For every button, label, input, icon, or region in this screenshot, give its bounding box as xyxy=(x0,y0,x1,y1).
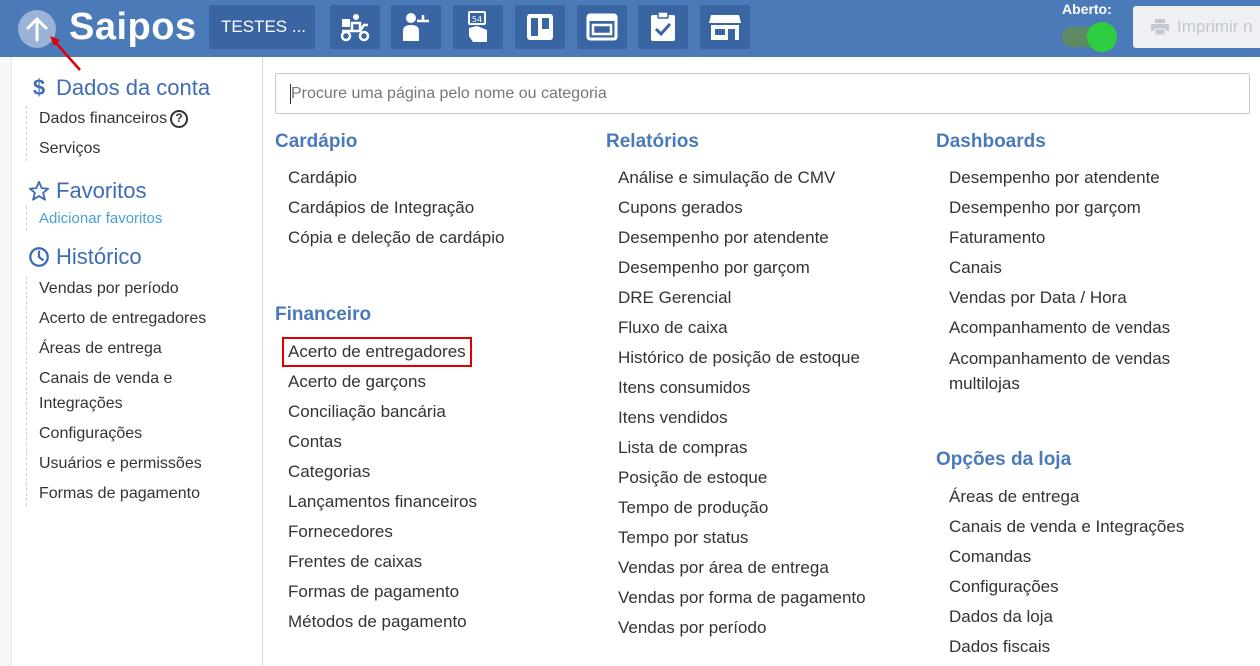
list-item[interactable]: Tempo por status xyxy=(618,523,866,553)
scroll-up-button[interactable] xyxy=(18,10,56,48)
account-list: Dados financeiros? Serviços xyxy=(26,106,189,161)
list-item[interactable]: Lista de compras xyxy=(618,433,866,463)
printer-icon xyxy=(1151,19,1169,35)
section-title-opcoes-loja: Opções da loja xyxy=(936,449,1072,470)
search-input[interactable] xyxy=(275,73,1250,114)
clock-icon xyxy=(29,247,49,267)
section-title-relatorios: Relatórios xyxy=(606,131,699,152)
sidebar-item-history[interactable]: Áreas de entrega xyxy=(27,336,206,361)
dashboards-list: Desempenho por atendente Desempenho por … xyxy=(949,163,1229,398)
checklist-icon[interactable] xyxy=(638,5,688,49)
history-section-title: Histórico xyxy=(28,244,142,270)
list-item[interactable]: Desempenho por garçom xyxy=(618,253,866,283)
brand-logo[interactable]: Saipos xyxy=(69,4,197,50)
list-item[interactable]: Formas de pagamento xyxy=(288,577,477,607)
list-item[interactable]: Cupons gerados xyxy=(618,193,866,223)
delivery-icon[interactable] xyxy=(330,5,380,49)
list-item[interactable]: Cópia e deleção de cardápio xyxy=(288,223,504,253)
list-item[interactable]: Vendas por período xyxy=(618,613,866,643)
list-item[interactable]: Conciliação bancária xyxy=(288,397,477,427)
help-icon[interactable]: ? xyxy=(170,109,189,128)
list-item[interactable]: Itens vendidos xyxy=(618,403,866,433)
list-item[interactable]: Vendas por área de entrega xyxy=(618,553,866,583)
dollar-icon: $ xyxy=(32,75,46,100)
list-item[interactable]: Desempenho por atendente xyxy=(949,163,1229,193)
history-list: Vendas por período Acerto de entregadore… xyxy=(26,276,206,506)
list-item[interactable]: Categorias xyxy=(288,457,477,487)
print-button-label: Imprimir n xyxy=(1177,17,1253,36)
waiter-icon[interactable] xyxy=(391,5,441,49)
financeiro-list: Acerto de entregadores Acerto de garçons… xyxy=(282,337,477,637)
status-label: Aberto: xyxy=(1062,1,1112,17)
list-item[interactable]: Vendas por forma de pagamento xyxy=(618,583,866,613)
list-item[interactable]: Fornecedores xyxy=(288,517,477,547)
list-item[interactable]: Acerto de garçons xyxy=(288,367,477,397)
sidebar-item-history[interactable]: Acerto de entregadores xyxy=(27,306,206,331)
list-item[interactable]: Dados da loja xyxy=(949,602,1184,632)
section-title-financeiro: Financeiro xyxy=(275,304,372,325)
list-item[interactable]: Configurações xyxy=(949,572,1184,602)
sidebar-item-history[interactable]: Canais de venda e Integrações xyxy=(27,366,197,416)
list-item[interactable]: Análise e simulação de CMV xyxy=(618,163,866,193)
list-item[interactable]: Fluxo de caixa xyxy=(618,313,866,343)
account-section-title: $ Dados da conta xyxy=(28,75,210,101)
relatorios-list: Análise e simulação de CMV Cupons gerado… xyxy=(618,163,866,643)
sidebar-item-history[interactable]: Vendas por período xyxy=(27,276,206,301)
list-item[interactable]: Áreas de entrega xyxy=(949,482,1184,512)
list-item[interactable]: Desempenho por garçom xyxy=(949,193,1229,223)
favorites-list: Adicionar favoritos xyxy=(26,206,162,231)
print-button[interactable]: Imprimir n xyxy=(1133,6,1260,48)
list-item[interactable]: DRE Gerencial xyxy=(618,283,866,313)
list-item[interactable]: Histórico de posição de estoque xyxy=(618,343,866,373)
list-item[interactable]: Contas xyxy=(288,427,477,457)
sidebar-item-history[interactable]: Usuários e permissões xyxy=(27,451,206,476)
arrow-up-icon xyxy=(26,17,48,42)
list-item[interactable]: Itens consumidos xyxy=(618,373,866,403)
list-item[interactable]: Canais de venda e Integrações xyxy=(949,512,1184,542)
list-item[interactable]: Frentes de caixas xyxy=(288,547,477,577)
svg-text:54: 54 xyxy=(472,15,482,24)
top-bar: Saipos TESTES ... 54 Aberto: Imprimir n xyxy=(0,0,1260,57)
sidebar: $ Dados da conta Dados financeiros? Serv… xyxy=(0,57,263,666)
list-item[interactable]: Tempo de produção xyxy=(618,493,866,523)
list-item[interactable]: Dados fiscais xyxy=(949,632,1184,662)
collapsed-nav-edge xyxy=(0,57,12,666)
list-item[interactable]: Métodos de pagamento xyxy=(288,607,477,637)
favorites-section-title: Favoritos xyxy=(28,178,146,204)
table-54-icon[interactable]: 54 xyxy=(453,5,503,49)
list-item[interactable]: Comandas xyxy=(949,542,1184,572)
list-item[interactable]: Desempenho por atendente xyxy=(618,223,866,253)
list-item[interactable]: Lançamentos financeiros xyxy=(288,487,477,517)
section-title-dashboards: Dashboards xyxy=(936,131,1046,152)
list-item[interactable]: Cardápio xyxy=(288,163,504,193)
highlight-box: Acerto de entregadores xyxy=(282,337,472,367)
store-selector[interactable]: TESTES ... xyxy=(209,5,315,49)
list-item[interactable]: Cardápios de Integração xyxy=(288,193,504,223)
opcoes-list: Áreas de entrega Canais de venda e Integ… xyxy=(949,482,1184,662)
sidebar-item-dados-financeiros[interactable]: Dados financeiros? xyxy=(27,106,189,131)
text-caret xyxy=(290,84,291,104)
list-item[interactable]: Vendas por Data / Hora xyxy=(949,283,1229,313)
kanban-icon[interactable] xyxy=(515,5,565,49)
list-item[interactable]: Canais xyxy=(949,253,1229,283)
list-item-highlighted[interactable]: Acerto de entregadores xyxy=(282,337,477,367)
sidebar-item-history[interactable]: Configurações xyxy=(27,421,206,446)
store-icon[interactable] xyxy=(700,5,750,49)
list-item[interactable]: Faturamento xyxy=(949,223,1229,253)
section-title-cardapio: Cardápio xyxy=(275,131,358,152)
sidebar-item-servicos[interactable]: Serviços xyxy=(27,136,188,161)
cardapio-list: Cardápio Cardápios de Integração Cópia e… xyxy=(288,163,504,253)
window-icon[interactable] xyxy=(577,5,627,49)
sidebar-item-history[interactable]: Formas de pagamento xyxy=(27,481,206,506)
open-status-toggle[interactable] xyxy=(1062,22,1118,52)
list-item[interactable]: Acompanhamento de vendas multilojas xyxy=(949,343,1229,398)
list-item[interactable]: Acompanhamento de vendas xyxy=(949,313,1229,343)
list-item[interactable]: Posição de estoque xyxy=(618,463,866,493)
star-icon xyxy=(28,180,50,201)
toggle-knob xyxy=(1087,22,1117,52)
add-favorites-link[interactable]: Adicionar favoritos xyxy=(27,206,162,231)
